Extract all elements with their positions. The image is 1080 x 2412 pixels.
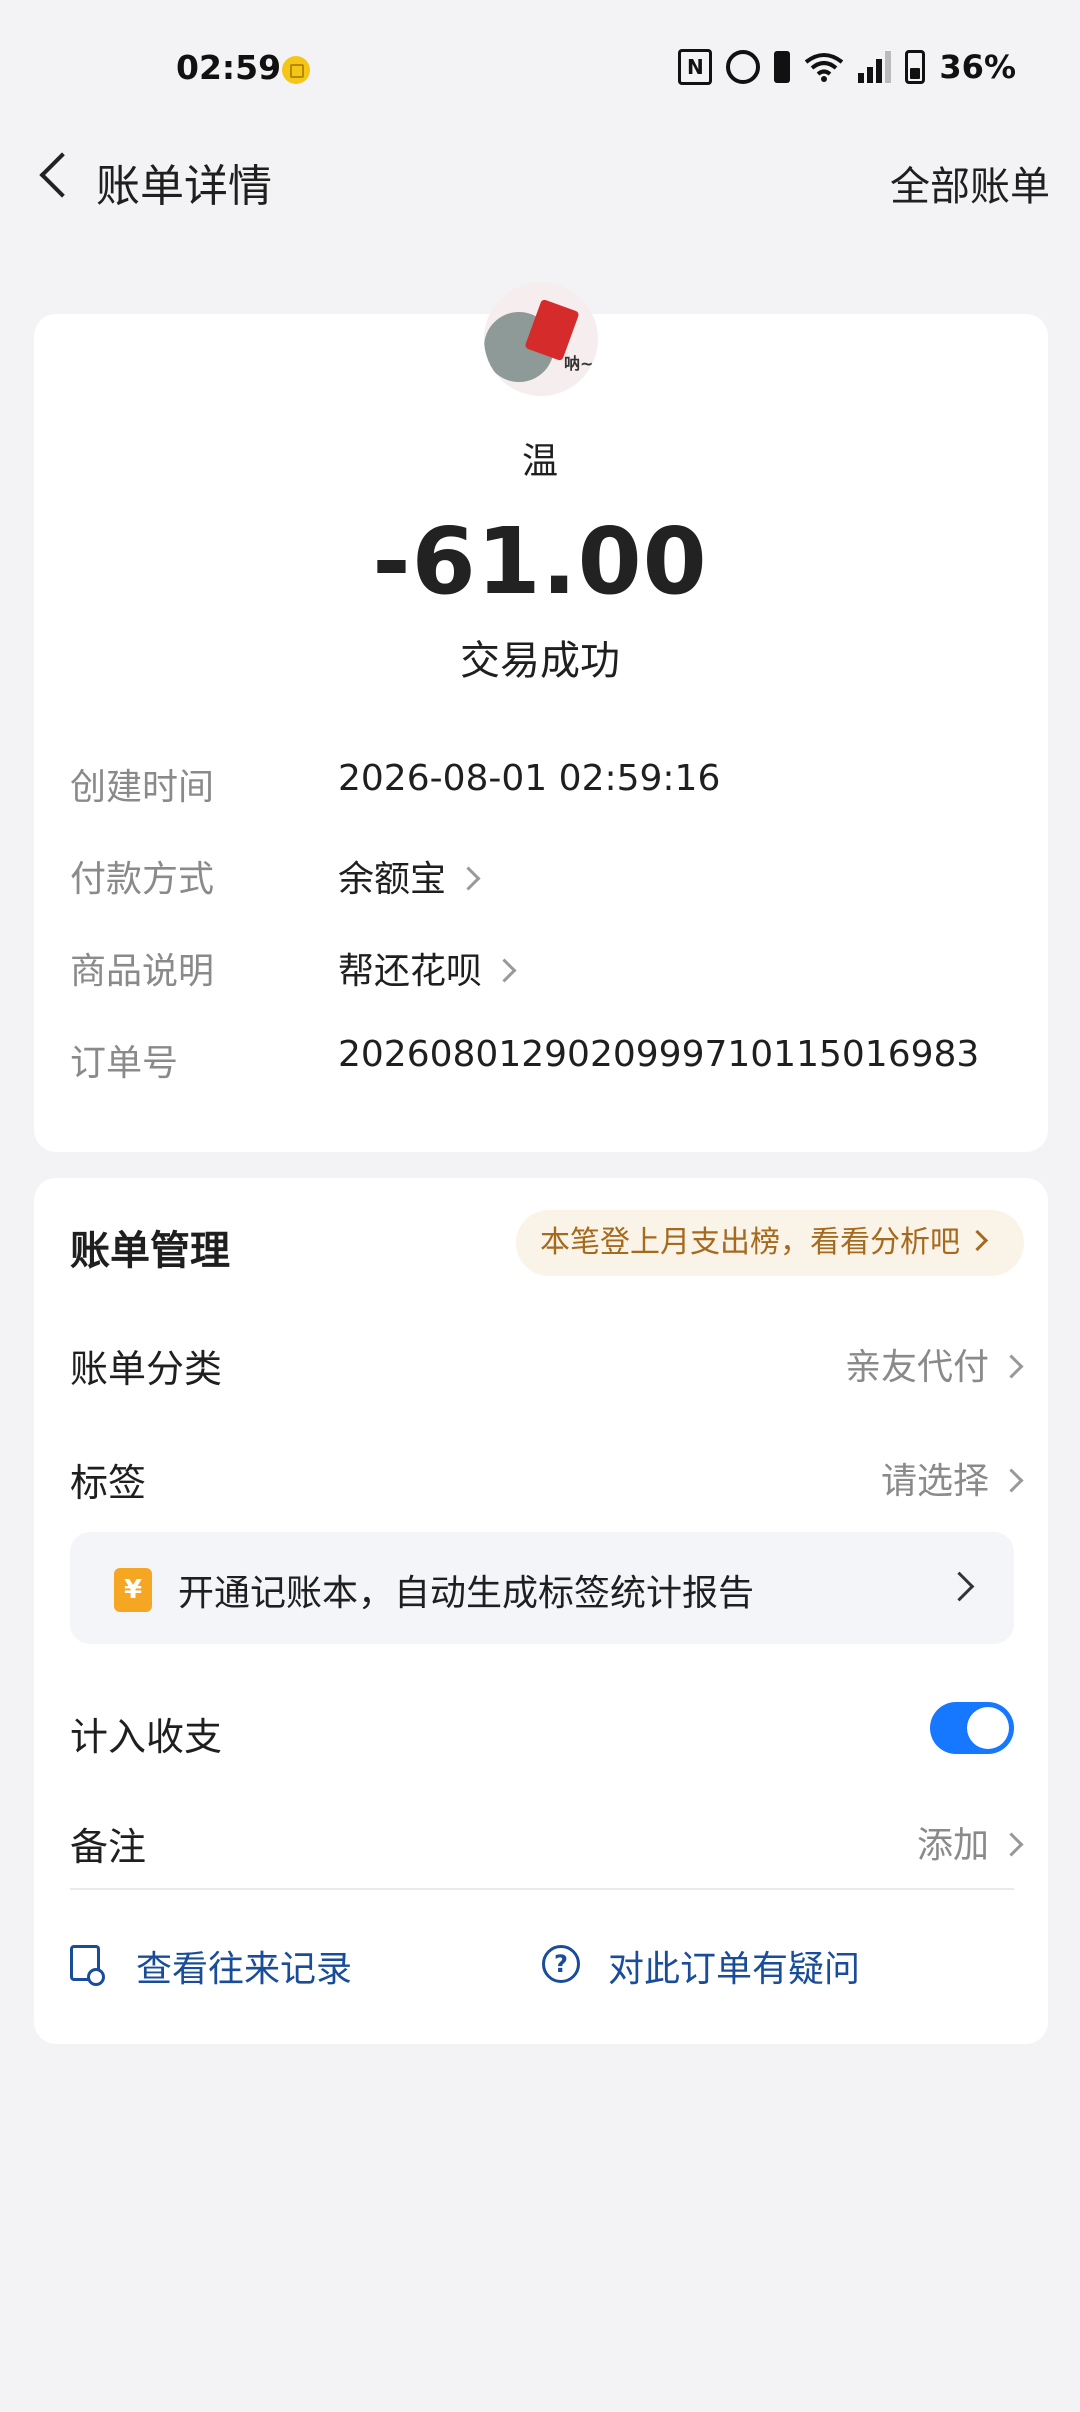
nfc-icon: N	[678, 49, 713, 85]
divider	[70, 1888, 1014, 1890]
cell-signal-icon	[858, 51, 892, 83]
chevron-right-icon	[999, 1831, 1024, 1857]
chevron-right-icon	[999, 1353, 1024, 1379]
transaction-status: 交易成功	[460, 638, 620, 684]
created-time-label: 创建时间	[70, 767, 215, 808]
order-number-value: 2026080129020999710115016983	[338, 1034, 980, 1075]
chevron-right-icon	[999, 1467, 1024, 1493]
rank-pill-text: 本笔登上月支出榜，看看分析吧	[540, 1225, 960, 1260]
record-search-icon[interactable]	[70, 1945, 105, 1986]
vibrate-icon	[774, 51, 791, 83]
payee-name: 温	[521, 441, 558, 482]
product-desc-value[interactable]: 帮还花呗	[338, 942, 517, 994]
order-number-label: 订单号	[70, 1043, 179, 1084]
status-time: 02:59	[176, 48, 282, 87]
bill-management-title: 账单管理	[70, 1228, 230, 1274]
wifi-icon	[805, 53, 844, 82]
status-bar: 02:59 N 36%	[0, 0, 1080, 140]
product-desc-text: 帮还花呗	[338, 951, 483, 992]
payment-method-label: 付款方式	[70, 859, 215, 900]
note-add-text: 添加	[916, 1825, 989, 1866]
avatar[interactable]: 呐~	[484, 282, 598, 396]
category-value[interactable]: 亲友代付	[844, 1338, 1024, 1390]
payment-method-value[interactable]: 余额宝	[338, 850, 481, 902]
note-add[interactable]: 添加	[916, 1816, 1024, 1868]
ledger-icon: ¥	[114, 1568, 152, 1612]
note-label: 备注	[70, 1825, 147, 1869]
product-desc-label: 商品说明	[70, 951, 215, 992]
question-icon[interactable]: ?	[542, 1945, 580, 1983]
promo-text: 开通记账本，自动生成标签统计报告	[178, 1573, 755, 1614]
payment-method-text: 余额宝	[338, 859, 447, 900]
avatar-caption: 呐~	[564, 354, 594, 373]
battery-icon	[905, 50, 926, 84]
notification-badge-icon	[282, 56, 310, 84]
category-label: 账单分类	[70, 1347, 223, 1391]
back-icon[interactable]	[34, 155, 74, 195]
chevron-right-icon	[492, 957, 517, 983]
category-text: 亲友代付	[844, 1347, 989, 1388]
count-in-toggle[interactable]	[930, 1702, 1014, 1754]
count-in-label: 计入收支	[70, 1715, 223, 1759]
alarm-icon	[726, 50, 761, 84]
created-time-value: 2026-08-01 02:59:16	[338, 758, 721, 799]
spending-rank-pill[interactable]: 本笔登上月支出榜，看看分析吧	[516, 1210, 1024, 1276]
status-icons: N 36%	[678, 48, 1016, 86]
view-history-link[interactable]: 查看往来记录	[136, 1940, 352, 1992]
transaction-amount: -61.00	[372, 508, 708, 615]
chevron-right-icon	[966, 1229, 989, 1252]
tag-label: 标签	[70, 1461, 147, 1505]
battery-percent: 36%	[939, 48, 1016, 86]
chevron-right-icon	[456, 865, 481, 891]
chevron-right-icon	[944, 1571, 975, 1602]
tag-select-text: 请选择	[880, 1461, 989, 1502]
order-question-link[interactable]: 对此订单有疑问	[608, 1940, 860, 1992]
all-bills-button[interactable]: 全部账单	[890, 154, 1050, 212]
page-title: 账单详情	[96, 161, 272, 212]
ledger-promo-banner[interactable]: ¥ 开通记账本，自动生成标签统计报告	[70, 1532, 1014, 1644]
tag-select[interactable]: 请选择	[880, 1452, 1024, 1504]
